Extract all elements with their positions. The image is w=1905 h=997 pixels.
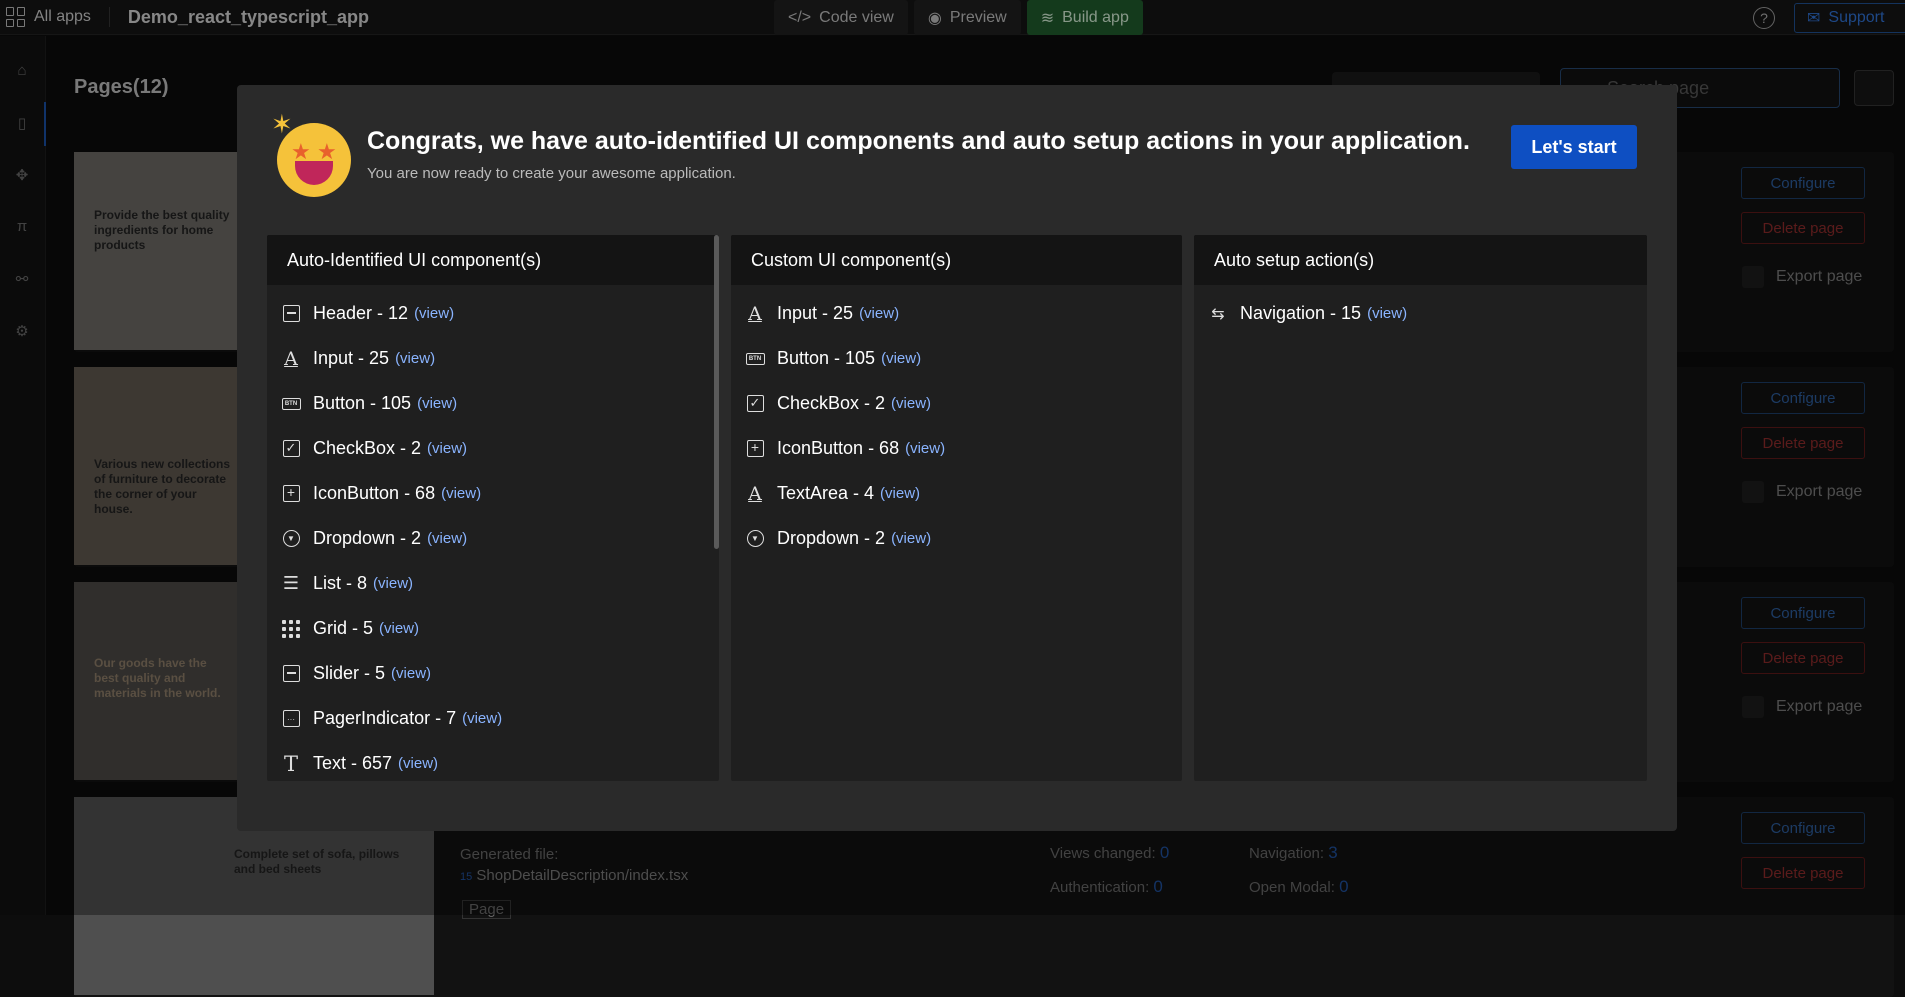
component-item: Header - 12 (view) (267, 291, 719, 336)
button-icon: BTN (745, 349, 765, 369)
component-item: A TextArea - 4 (view) (731, 471, 1182, 516)
view-link[interactable]: (view) (414, 305, 454, 322)
component-item: A Input - 25 (view) (267, 336, 719, 381)
component-label: PagerIndicator - 7 (313, 708, 457, 728)
component-label: Grid - 5 (313, 618, 374, 638)
view-link[interactable]: (view) (373, 575, 413, 592)
auto-identified-panel: Auto-Identified UI component(s) Header -… (267, 235, 719, 781)
slider-icon (281, 664, 301, 684)
iconbutton-icon: + (745, 439, 765, 459)
header-icon (281, 304, 301, 324)
component-item: ✓ CheckBox - 2 (view) (731, 381, 1182, 426)
view-link[interactable]: (view) (891, 530, 931, 547)
component-label: Input - 25 (313, 348, 390, 368)
component-label: Navigation - 15 (1240, 303, 1362, 323)
component-item: ⇆ Navigation - 15 (view) (1194, 291, 1647, 336)
panel-heading: Auto setup action(s) (1194, 235, 1647, 285)
action-list: ⇆ Navigation - 15 (view) (1194, 285, 1647, 336)
view-link[interactable]: (view) (880, 485, 920, 502)
view-link[interactable]: (view) (905, 440, 945, 457)
list-icon: ☰ (282, 573, 300, 593)
modal-title: Congrats, we have auto-identified UI com… (367, 127, 1470, 155)
view-link[interactable]: (view) (1367, 305, 1407, 322)
button-icon: BTN (281, 394, 301, 414)
component-label: TextArea - 4 (777, 483, 875, 503)
auto-actions-panel: Auto setup action(s) ⇆ Navigation - 15 (vi… (1194, 235, 1647, 781)
view-link[interactable]: (view) (391, 665, 431, 682)
component-item: Grid - 5 (view) (267, 606, 719, 651)
component-item: ✓ CheckBox - 2 (view) (267, 426, 719, 471)
component-label: Header - 12 (313, 303, 409, 323)
view-link[interactable]: (view) (427, 530, 467, 547)
component-label: Button - 105 (777, 348, 876, 368)
component-item: Slider - 5 (view) (267, 651, 719, 696)
view-link[interactable]: (view) (881, 350, 921, 367)
view-link[interactable]: (view) (417, 395, 457, 412)
view-link[interactable]: (view) (379, 620, 419, 637)
pagerindicator-icon: ··· (281, 709, 301, 729)
component-label: Text - 657 (313, 753, 393, 773)
checkbox-icon: ✓ (281, 439, 301, 459)
component-item: BTN Button - 105 (view) (731, 336, 1182, 381)
iconbutton-icon: + (281, 484, 301, 504)
component-label: IconButton - 68 (777, 438, 900, 458)
custom-components-panel: Custom UI component(s) A Input - 25 (view)… (731, 235, 1182, 781)
view-link[interactable]: (view) (891, 395, 931, 412)
panel-heading: Auto-Identified UI component(s) (267, 235, 719, 285)
component-label: Button - 105 (313, 393, 412, 413)
view-link[interactable]: (view) (427, 440, 467, 457)
component-label: List - 8 (313, 573, 368, 593)
component-item: ··· PagerIndicator - 7 (view) (267, 696, 719, 741)
star-struck-emoji-icon: ✶ ★ ★ (271, 109, 351, 197)
component-item: T Text - 657 (view) (267, 741, 719, 781)
component-item: + IconButton - 68 (view) (267, 471, 719, 516)
component-item: ▼ Dropdown - 2 (view) (731, 516, 1182, 561)
navigation-icon: ⇆ (1211, 305, 1225, 323)
component-item: ☰ List - 8 (view) (267, 561, 719, 606)
input-icon: A (284, 347, 298, 370)
view-link[interactable]: (view) (395, 350, 435, 367)
view-link[interactable]: (view) (441, 485, 481, 502)
component-label: CheckBox - 2 (313, 438, 422, 458)
lets-start-button[interactable]: Let's start (1511, 125, 1637, 169)
textarea-icon: A (748, 482, 762, 505)
component-item: A Input - 25 (view) (731, 291, 1182, 336)
dropdown-icon: ▼ (745, 529, 765, 549)
view-link[interactable]: (view) (859, 305, 899, 322)
grid-icon (281, 619, 301, 639)
dropdown-icon: ▼ (281, 529, 301, 549)
component-label: CheckBox - 2 (777, 393, 886, 413)
component-label: Dropdown - 2 (777, 528, 886, 548)
component-item: BTN Button - 105 (view) (267, 381, 719, 426)
component-label: Dropdown - 2 (313, 528, 422, 548)
component-label: Slider - 5 (313, 663, 386, 683)
panel-heading: Custom UI component(s) (731, 235, 1182, 285)
checkbox-icon: ✓ (745, 394, 765, 414)
view-link[interactable]: (view) (398, 755, 438, 772)
component-item: + IconButton - 68 (view) (731, 426, 1182, 471)
text-icon: T (283, 751, 298, 776)
mouth-shape (295, 161, 333, 185)
view-link[interactable]: (view) (462, 710, 502, 727)
component-label: Input - 25 (777, 303, 854, 323)
congrats-modal: ✶ ★ ★ Congrats, we have auto-identified … (237, 85, 1677, 831)
component-list: Header - 12 (view) A Input - 25 (view) BTN But… (267, 285, 719, 781)
modal-subtitle: You are now ready to create your awesome… (367, 165, 736, 182)
input-icon: A (748, 302, 762, 325)
component-item: ▼ Dropdown - 2 (view) (267, 516, 719, 561)
component-label: IconButton - 68 (313, 483, 436, 503)
component-list: A Input - 25 (view) BTN Button - 105 (view) ✓ C… (731, 285, 1182, 561)
party-hat-icon: ✶ (271, 109, 293, 139)
scrollbar[interactable] (714, 235, 719, 549)
